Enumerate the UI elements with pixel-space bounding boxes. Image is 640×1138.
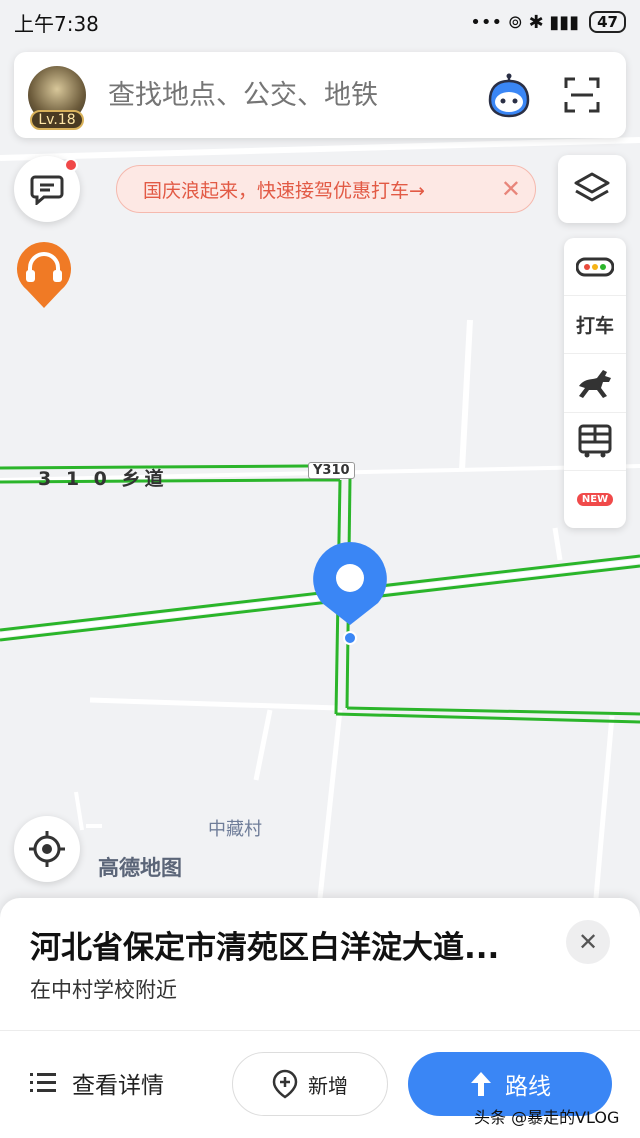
place-address: 河北省保定市清苑区白洋淀大道... xyxy=(30,930,500,966)
battery-icon: 47 xyxy=(589,11,626,33)
horse-icon xyxy=(579,370,611,398)
traffic-button[interactable] xyxy=(564,238,626,297)
assistant-icon[interactable] xyxy=(486,72,532,118)
route-arrow-icon xyxy=(471,1072,491,1096)
status-time: 上午7:38 xyxy=(14,11,99,36)
divider xyxy=(0,1030,640,1031)
locate-button[interactable] xyxy=(14,816,80,882)
add-label: 新增 xyxy=(308,1073,348,1098)
list-icon xyxy=(30,1073,56,1092)
layers-button[interactable] xyxy=(558,155,626,223)
headset-icon[interactable] xyxy=(14,240,74,310)
search-input[interactable] xyxy=(108,70,486,120)
new-feature-button[interactable]: NEW xyxy=(564,471,626,528)
close-icon: ✕ xyxy=(577,928,599,956)
route-label: 路线 xyxy=(505,1074,551,1100)
locate-icon xyxy=(29,831,65,867)
taxi-button[interactable]: 打车 xyxy=(564,296,626,355)
status-icons: ••• ⊚ ✱ ▮▮▮ 47 xyxy=(470,11,626,33)
details-button[interactable]: 查看详情 xyxy=(30,1066,164,1100)
place-sheet: 河北省保定市清苑区白洋淀大道... ✕ 在中村学校附近 查看详情 新增 路线 xyxy=(0,898,640,1138)
place-nearby: 在中村学校附近 xyxy=(30,978,177,1002)
village-label: 中藏村 xyxy=(208,819,262,840)
search-bar[interactable]: Lv.18 xyxy=(14,52,626,138)
notification-dot xyxy=(64,158,78,172)
watermark: 头条 @暴走的VLOG xyxy=(474,1108,620,1127)
road-label: 3 1 0 乡道 xyxy=(38,468,168,490)
close-icon[interactable]: ✕ xyxy=(501,175,521,203)
location-pin-icon xyxy=(313,542,387,645)
details-label: 查看详情 xyxy=(72,1073,164,1099)
map-tools: 打车 NEW xyxy=(564,238,626,528)
add-button[interactable]: 新增 xyxy=(232,1052,388,1116)
add-pin-icon xyxy=(272,1069,298,1099)
horse-button[interactable] xyxy=(564,354,626,413)
signal-icons: ••• ⊚ ✱ ▮▮▮ xyxy=(470,11,580,33)
road-code-badge: Y310 xyxy=(308,462,355,479)
map-logo: 高德地图 xyxy=(98,856,182,880)
scan-icon[interactable] xyxy=(562,75,602,115)
status-bar: 上午7:38 ••• ⊚ ✱ ▮▮▮ 47 xyxy=(0,0,640,44)
level-badge: Lv.18 xyxy=(30,110,84,130)
close-button[interactable]: ✕ xyxy=(566,920,610,964)
bus-button[interactable] xyxy=(564,413,626,471)
message-button[interactable] xyxy=(14,156,80,222)
layers-icon xyxy=(574,172,610,202)
promo-banner[interactable]: 国庆浪起来，快速接驾优惠打车→ ✕ xyxy=(116,165,536,213)
bus-icon xyxy=(578,424,612,458)
promo-text: 国庆浪起来，快速接驾优惠打车→ xyxy=(143,179,425,202)
taxi-label: 打车 xyxy=(575,315,614,338)
avatar[interactable]: Lv.18 xyxy=(28,66,86,130)
message-icon xyxy=(30,175,64,205)
traffic-icon xyxy=(576,257,614,277)
new-badge: NEW xyxy=(576,492,614,506)
